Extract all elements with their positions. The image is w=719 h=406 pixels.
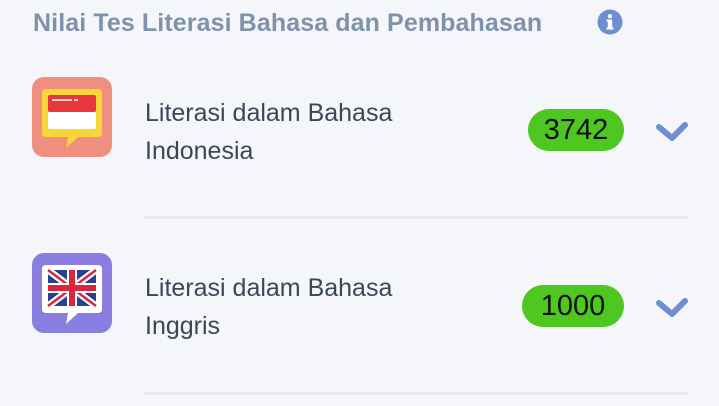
item-title-line1: Literasi dalam Bahasa [145, 274, 393, 302]
divider [144, 392, 688, 395]
score-badge: 3742 [528, 109, 624, 151]
section-header: Nilai Tes Literasi Bahasa dan Pembahasan [33, 8, 542, 38]
info-icon[interactable] [597, 9, 623, 35]
chevron-down-icon[interactable] [656, 297, 688, 319]
chevron-down-icon[interactable] [656, 121, 688, 143]
indonesia-flag-speech-bubble-icon [32, 77, 112, 157]
item-title-line1: Literasi dalam Bahasa [145, 99, 393, 127]
divider [144, 216, 688, 219]
score-badge: 1000 [522, 285, 624, 327]
section-title: Nilai Tes Literasi Bahasa dan Pembahasan [33, 9, 543, 37]
item-title-line2: Indonesia [145, 137, 254, 165]
uk-flag-speech-bubble-icon [32, 253, 112, 333]
item-title-line2: Inggris [145, 312, 221, 340]
